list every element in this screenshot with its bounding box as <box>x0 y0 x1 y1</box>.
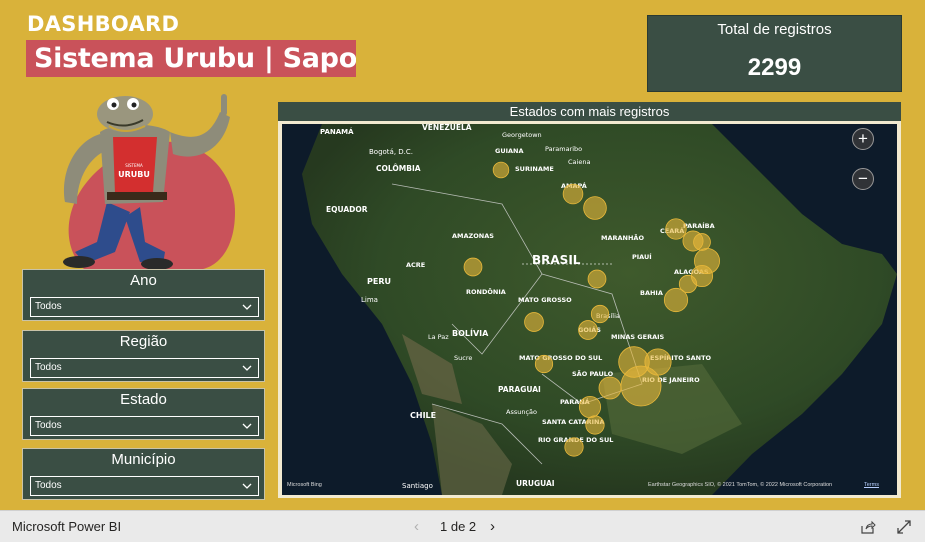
zoom-out-button[interactable]: − <box>852 168 874 190</box>
map-label-minas: MINAS GERAIS <box>611 333 665 341</box>
state-bubble-goi-s[interactable] <box>578 320 598 340</box>
satellite-map[interactable]: PANAMÁ VENEZUELA Georgetown GUIANA Paramarib… <box>282 124 897 495</box>
power-bi-footer: Microsoft Power BI ‹ 1 de 2 › <box>0 510 925 542</box>
frog-mascot-illustration: SISTEMA URUBU <box>63 94 235 270</box>
map-label-assuncao: Assunção <box>506 408 537 416</box>
state-bubble-roraima[interactable] <box>492 161 510 179</box>
state-bubble-rio-grande-do-norte[interactable] <box>693 233 711 251</box>
map-label-equador: EQUADOR <box>326 205 368 214</box>
map-label-maranhao: MARANHÃO <box>601 233 644 242</box>
page-navigator: ‹ 1 de 2 › <box>414 518 504 536</box>
map-label-paramaribo: Paramaribo <box>545 145 582 153</box>
fullscreen-icon[interactable] <box>896 519 912 535</box>
map-label-rondonia: RONDÔNIA <box>466 287 506 296</box>
map-label-chile: CHILE <box>410 411 436 420</box>
zoom-in-button[interactable]: + <box>852 128 874 150</box>
map-label-sao-paulo: SÃO PAULO <box>572 369 614 378</box>
map-copyright: Earthstar Geographics SIO, © 2021 TomTom… <box>648 482 833 488</box>
page-indicator: 1 de 2 <box>440 519 477 534</box>
map-label-bahia: BAHIA <box>640 289 663 297</box>
slicer-estado-dropdown[interactable]: Todos <box>30 416 259 436</box>
total-records-card: Total de registros 2299 <box>647 15 902 92</box>
slicer-estado-title: Estado <box>120 391 167 408</box>
map-label-paraiba: PARAÍBA <box>683 221 715 230</box>
state-bubble-cear-[interactable] <box>665 218 687 240</box>
map-label-amazonas: AMAZONAS <box>452 232 494 240</box>
slicer-regiao-dropdown[interactable]: Todos <box>30 358 259 378</box>
map-label-mato-grosso-sul: MATO GROSSO DO SUL <box>519 354 602 362</box>
map-label-bolivia: BOLÍVIA <box>452 327 489 338</box>
map-label-colombia: COLÔMBIA <box>376 164 421 173</box>
state-bubble-rio-grande-do-sul[interactable] <box>564 437 584 457</box>
map-label-bogota: Bogotá, D.C. <box>369 148 413 156</box>
total-records-label: Total de registros <box>717 21 832 38</box>
slicer-ano-value: Todos <box>35 301 62 312</box>
mascot-shoe-left <box>63 256 95 268</box>
state-bubble-s-o-paulo[interactable] <box>598 376 622 400</box>
map-visual[interactable]: PANAMÁ VENEZUELA Georgetown GUIANA Paramarib… <box>278 121 901 498</box>
mascot-arm-right <box>170 112 230 157</box>
slicer-municipio-dropdown[interactable]: Todos <box>30 476 259 496</box>
app-name: Microsoft Power BI <box>12 519 122 534</box>
mascot-shirt-text: URUBU <box>118 170 150 179</box>
map-label-caiena: Caiena <box>568 158 590 166</box>
state-bubble-paran-[interactable] <box>578 395 602 419</box>
slicer-regiao: Região Todos <box>22 330 265 382</box>
slicer-ano: Ano Todos <box>22 269 265 321</box>
total-records-value: 2299 <box>747 54 802 81</box>
chevron-down-icon <box>242 483 252 489</box>
bing-logo: Microsoft Bing <box>287 482 322 488</box>
mascot-belt <box>107 192 167 200</box>
state-bubble-esp-rito-santo[interactable] <box>644 348 672 376</box>
chevron-down-icon <box>242 365 252 371</box>
slicer-ano-title: Ano <box>130 272 157 289</box>
map-terms-link[interactable]: Terms <box>864 482 879 488</box>
map-title: Estados com mais registros <box>278 102 901 121</box>
next-page-button[interactable]: › <box>490 518 495 535</box>
state-bubble-santa-catarina[interactable] <box>585 415 605 435</box>
map-label-uruguai: URUGUAI <box>516 479 555 488</box>
previous-page-button[interactable]: ‹ <box>414 518 419 535</box>
map-label-santiago: Santiago <box>402 482 433 490</box>
slicer-regiao-title: Região <box>119 333 168 350</box>
map-label-sucre: Sucre <box>454 354 472 362</box>
slicer-municipio-title: Município <box>111 451 176 468</box>
state-bubble-sergipe[interactable] <box>678 274 698 294</box>
slicer-municipio-value: Todos <box>35 480 62 491</box>
map-label-venezuela: VENEZUELA <box>422 124 472 132</box>
map-label-brasil: BRASIL <box>532 253 581 267</box>
slicer-regiao-value: Todos <box>35 362 62 373</box>
chevron-down-icon <box>242 304 252 310</box>
map-label-panama: PANAMÁ <box>320 127 354 136</box>
mascot-shirt-small-text: SISTEMA <box>125 163 143 168</box>
slicer-municipio: Município Todos <box>22 448 265 500</box>
dashboard-label: DASHBOARD <box>27 12 180 36</box>
map-label-la-paz: La Paz <box>428 333 449 341</box>
map-label-piaui: PIAUÍ <box>632 252 652 261</box>
mascot-pointing-finger <box>221 94 227 116</box>
state-bubble-mato-grosso-do-sul[interactable] <box>534 354 554 374</box>
map-label-suriname: SURINAME <box>515 165 554 173</box>
dashboard-title-banner: Sistema Urubu | Sapos <box>26 40 356 77</box>
state-bubble-amazonas[interactable] <box>463 257 483 277</box>
map-label-paraguai: PARAGUAI <box>498 385 541 394</box>
map-label-mato-grosso: MATO GROSSO <box>518 296 572 304</box>
state-bubble-mato-grosso[interactable] <box>524 312 544 332</box>
state-bubble-par-[interactable] <box>583 196 607 220</box>
map-label-lima: Lima <box>361 296 378 304</box>
slicer-estado: Estado Todos <box>22 388 265 440</box>
state-bubble-amap-[interactable] <box>562 183 584 205</box>
map-label-acre: ACRE <box>406 261 425 269</box>
chevron-down-icon <box>242 423 252 429</box>
slicer-estado-value: Todos <box>35 420 62 431</box>
state-bubble-distrito-federal[interactable] <box>590 304 610 324</box>
map-label-peru: PERU <box>367 277 391 286</box>
map-label-guiana: GUIANA <box>495 147 524 155</box>
share-icon[interactable] <box>860 519 876 535</box>
state-bubble-tocantins[interactable] <box>587 269 607 289</box>
map-label-georgetown: Georgetown <box>502 131 542 139</box>
slicer-ano-dropdown[interactable]: Todos <box>30 297 259 317</box>
